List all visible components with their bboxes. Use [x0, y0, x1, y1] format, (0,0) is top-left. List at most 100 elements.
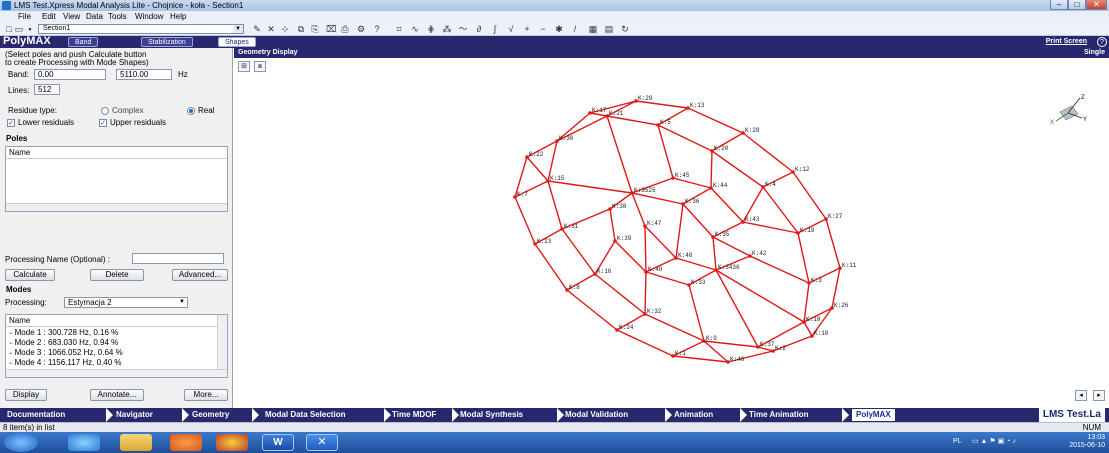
nav-polymax[interactable]: PolyMAX [852, 409, 895, 421]
language-indicator[interactable]: PL [953, 438, 962, 445]
phase-band[interactable]: Band [68, 37, 99, 47]
tray-icons[interactable]: ▭ ▲ ⚑ ▣ ◔ ♪ [972, 437, 1016, 445]
window-icon[interactable]: ▤ [604, 24, 614, 34]
media-icon[interactable] [170, 434, 202, 451]
copy-icon[interactable]: ⧉ [296, 24, 306, 34]
help-icon[interactable]: ? [372, 24, 382, 34]
new-icon[interactable]: □ [4, 24, 14, 34]
word-icon[interactable]: W [262, 434, 294, 451]
clock[interactable]: 13:03 2015-06-10 [1069, 434, 1105, 450]
start-orb-icon[interactable] [4, 433, 38, 452]
geometry-canvas[interactable]: K:29 K:13 K:17 K:21 K:5 K:28 K:30 K:20 K:22 K:12 K… [234, 58, 1109, 408]
poles-scrollbar[interactable] [6, 203, 227, 211]
view-mode-select[interactable]: Single [1084, 48, 1105, 58]
nav-modal-synthesis[interactable]: Modal Synthesis [460, 408, 523, 422]
chevron-right-icon [452, 408, 459, 422]
plus-icon[interactable]: + [522, 24, 532, 34]
settings-icon[interactable]: ⚙ [356, 24, 366, 34]
display-button[interactable]: Display [5, 389, 47, 401]
nav-modal-data-selection[interactable]: Modal Data Selection [265, 408, 345, 422]
derivative-icon[interactable]: ∂ [474, 24, 484, 34]
mode-item[interactable]: ⌁ Mode 4 : 1156.117 Hz, 0.40 % [9, 358, 122, 370]
maximize-button[interactable]: □ [1068, 0, 1086, 10]
phase-stabilization[interactable]: Stabilization [141, 37, 193, 47]
menu-file[interactable]: File [18, 11, 31, 22]
node-label: K:7 [517, 191, 528, 198]
refresh-icon[interactable]: ↻ [620, 24, 630, 34]
processing-select[interactable]: Estymacja 2 ▼ [64, 297, 188, 308]
delete-icon[interactable]: ✕ [266, 24, 276, 34]
more-button[interactable]: More... [184, 389, 228, 401]
edit-icon[interactable]: ✎ [252, 24, 262, 34]
modes-vscrollbar[interactable] [217, 315, 227, 369]
sqrt-icon[interactable]: √ [506, 24, 516, 34]
next-frame-icon[interactable]: ▸ [1093, 390, 1105, 401]
modes-list[interactable]: Name ⌁ Mode 1 : 300.728 Hz, 0.16 % ⌁ Mode … [5, 314, 228, 378]
wave-icon[interactable]: ∿ [410, 24, 420, 34]
menu-window[interactable]: Window [135, 11, 163, 22]
paste-icon[interactable]: ⎘ [310, 24, 320, 34]
nav-modal-validation[interactable]: Modal Validation [565, 408, 628, 422]
scatter-icon[interactable]: ⁂ [442, 24, 452, 34]
close-button[interactable]: ✕ [1086, 0, 1107, 10]
menu-tools[interactable]: Tools [108, 11, 127, 22]
chrome-icon[interactable] [216, 434, 248, 451]
band-min-input[interactable]: 0.00 [34, 69, 106, 80]
lower-residuals-checkbox[interactable]: ✓ [7, 119, 15, 127]
wireframe-edge [715, 269, 759, 348]
instructions-line-2: to create Processing with Mode Shapes) [5, 58, 149, 67]
processing-name-input[interactable] [132, 253, 224, 264]
annotate-button[interactable]: Annotate... [90, 389, 144, 401]
section-select[interactable]: Section1 ▼ [38, 24, 244, 34]
asterisk-icon[interactable]: ✱ [554, 24, 564, 34]
zoom-icon[interactable]: ⧈ [254, 61, 266, 72]
divide-icon[interactable]: / [570, 24, 580, 34]
lms-icon[interactable]: ✕ [306, 434, 338, 451]
upper-residuals-checkbox[interactable]: ✓ [99, 119, 107, 127]
minimize-button[interactable]: – [1050, 0, 1068, 10]
calculate-button[interactable]: Calculate [5, 269, 55, 281]
menu-help[interactable]: Help [170, 11, 186, 22]
table-icon[interactable]: ▦ [588, 24, 598, 34]
complex-radio[interactable] [101, 107, 109, 115]
print-screen-link[interactable]: Print Screen [1046, 36, 1087, 48]
band-max-input[interactable]: 5110.00 [116, 69, 172, 80]
chevron-down-icon: ▼ [179, 299, 185, 305]
explorer-icon[interactable] [120, 434, 152, 451]
integral-icon[interactable]: ∫ [490, 24, 500, 34]
menu-view[interactable]: View [63, 11, 80, 22]
graph-icon[interactable]: ⌗ [394, 24, 404, 34]
nav-time-animation[interactable]: Time Animation [749, 408, 809, 422]
save-icon[interactable]: ▪ [25, 24, 35, 34]
print-icon[interactable]: ⎙ [340, 24, 350, 34]
help-icon[interactable]: ? [1097, 37, 1107, 47]
poles-name-column: Name [9, 148, 31, 157]
fit-view-icon[interactable]: ⊞ [238, 61, 250, 72]
prev-frame-icon[interactable]: ◂ [1075, 390, 1087, 401]
nav-geometry[interactable]: Geometry [192, 408, 229, 422]
nav-documentation[interactable]: Documentation [7, 408, 65, 422]
wireframe-edge [514, 196, 536, 245]
node-label: K:13 [690, 102, 705, 109]
real-radio[interactable] [187, 107, 195, 115]
grid-icon[interactable]: ⋕ [426, 24, 436, 34]
nav-navigator[interactable]: Navigator [116, 408, 153, 422]
modes-hscrollbar[interactable] [6, 369, 227, 377]
delete-button[interactable]: Delete [90, 269, 144, 281]
preview-icon[interactable]: ⌧ [326, 24, 336, 34]
node-label: K:11 [842, 262, 857, 269]
minus-icon[interactable]: − [538, 24, 548, 34]
nav-animation[interactable]: Animation [674, 408, 713, 422]
menu-data[interactable]: Data [86, 11, 103, 22]
advanced-button[interactable]: Advanced... [172, 269, 228, 281]
open-icon[interactable]: ▭ [14, 24, 24, 34]
poles-list[interactable]: Name [5, 146, 228, 212]
lms-brand: LMS Test.La [1038, 408, 1105, 422]
phase-shapes[interactable]: Shapes [218, 37, 256, 47]
tree-icon[interactable]: ⊹ [280, 24, 290, 34]
curve-icon[interactable]: 〜 [458, 24, 468, 34]
lines-input[interactable]: 512 [34, 84, 60, 95]
menu-edit[interactable]: Edit [42, 11, 56, 22]
nav-time-mdof[interactable]: Time MDOF [392, 408, 436, 422]
ie-icon[interactable] [68, 434, 100, 451]
